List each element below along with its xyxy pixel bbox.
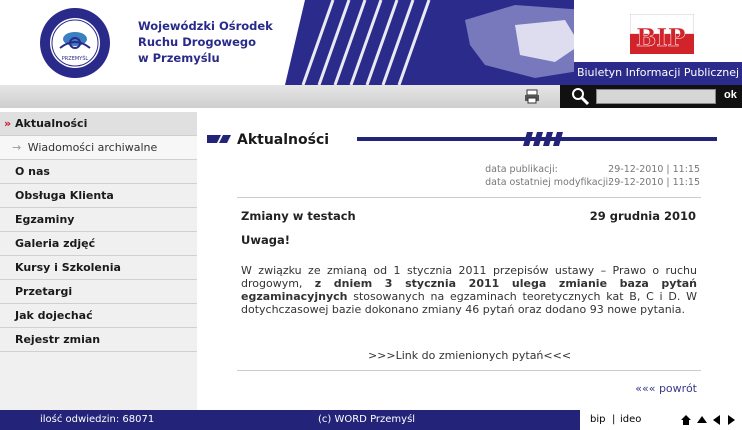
sidebar-item-galeria-zdjec[interactable]: Galeria zdjęć (0, 232, 197, 256)
printer-icon[interactable] (524, 88, 540, 104)
page-title: Aktualności (237, 132, 338, 148)
sidebar-item-jak-dojechac[interactable]: Jak dojechać (0, 304, 197, 328)
active-arrow-icon: » (4, 117, 12, 130)
word-logo[interactable]: PRZEMYŚL (38, 6, 112, 80)
article-notice: Uwaga! (241, 233, 290, 247)
bip-caption: Biuletyn Informacji Publicznej (576, 66, 740, 79)
org-name-line-1: Wojewódzki Ośrodek (138, 19, 273, 33)
modification-date-value: 29-12-2010 | 11:15 (608, 177, 700, 188)
article-title: Zmiany w testach (241, 209, 356, 223)
modification-date: data ostatniej modyfikacji: 29-12-2010 |… (485, 177, 700, 188)
modification-date-label: data ostatniej modyfikacji: (485, 177, 612, 188)
magnifier-icon[interactable] (570, 86, 590, 106)
footer-separator: | (612, 414, 616, 425)
logo-city-text: PRZEMYŚL (62, 55, 89, 62)
sidebar-item-aktualnosci[interactable]: » Aktualności (0, 112, 197, 136)
sidebar-item-label: Jak dojechać (15, 309, 93, 322)
sidebar-item-egzaminy[interactable]: Egzaminy (0, 208, 197, 232)
sidebar-item-label: O nas (15, 165, 50, 178)
copyright: (c) WORD Przemyśl (318, 414, 416, 425)
scroll-up-icon[interactable] (696, 414, 708, 426)
org-name-line-2: Ruchu Drogowego (138, 35, 257, 49)
search-ok-button[interactable]: ok (724, 89, 737, 101)
footer: ilość odwiedzin: 68071 (c) WORD Przemyśl… (0, 410, 742, 430)
org-name-line-3: w Przemyślu (138, 51, 220, 65)
arrow-right-icon[interactable] (726, 414, 738, 426)
sidebar-item-label: Obsługa Klienta (15, 189, 114, 202)
sidebar-item-label: Wiadomości archiwalne (27, 141, 158, 154)
divider (237, 370, 701, 371)
changed-questions-link[interactable]: >>>Link do zmienionych pytań<<< (197, 349, 742, 362)
sidebar-item-label: Kursy i Szkolenia (15, 261, 121, 274)
sidebar-item-o-nas[interactable]: O nas (0, 160, 197, 184)
organization-name: Wojewódzki Ośrodek Ruchu Drogowego w Prz… (138, 18, 273, 66)
sidebar-item-label: Galeria zdjęć (15, 237, 96, 250)
sidebar-item-rejestr-zmian[interactable]: Rejestr zmian (0, 328, 197, 352)
sidebar-item-przetargi[interactable]: Przetargi (0, 280, 197, 304)
article-body: W związku ze zmianą od 1 stycznia 2011 p… (241, 264, 697, 316)
main-content: Aktualności data publikacji: 29-12-2010 … (197, 112, 742, 410)
sidebar-nav: » Aktualności → Wiadomości archiwalne O … (0, 112, 197, 410)
publication-date-value: 29-12-2010 | 11:15 (608, 164, 700, 175)
back-link[interactable]: ««« powrót (635, 382, 697, 395)
sidebar-item-label: Egzaminy (15, 213, 75, 226)
publication-date-label: data publikacji: (485, 164, 558, 175)
sidebar-item-label: Przetargi (15, 285, 73, 298)
arrow-right-icon: → (12, 141, 22, 154)
sidebar-item-kursy-i-szkolenia[interactable]: Kursy i Szkolenia (0, 256, 197, 280)
article-date: 29 grudnia 2010 (589, 209, 696, 223)
search-input[interactable] (596, 89, 716, 104)
bip-logo-text: BIP (636, 23, 686, 52)
footer-bip-link[interactable]: bip (590, 410, 605, 430)
arrow-left-icon[interactable] (710, 414, 722, 426)
visit-counter: ilość odwiedzin: 68071 (40, 414, 155, 425)
sidebar-item-obsluga-klienta[interactable]: Obsługa Klienta (0, 184, 197, 208)
footer-links: bip | ideo (580, 410, 742, 430)
divider (237, 197, 701, 198)
sidebar-item-label: Rejestr zmian (15, 333, 101, 346)
home-icon[interactable] (680, 414, 692, 426)
publication-date: data publikacji: 29-12-2010 | 11:15 (485, 164, 700, 175)
sidebar-subitem-wiadomosci-archiwalne[interactable]: → Wiadomości archiwalne (0, 136, 197, 160)
sidebar-item-label: Aktualności (15, 117, 88, 130)
site-header: PRZEMYŚL Wojewódzki Ośrodek Ruchu Drogow… (0, 0, 742, 85)
footer-ideo-link[interactable]: ideo (620, 410, 641, 430)
bip-logo[interactable]: BIP (629, 13, 695, 54)
